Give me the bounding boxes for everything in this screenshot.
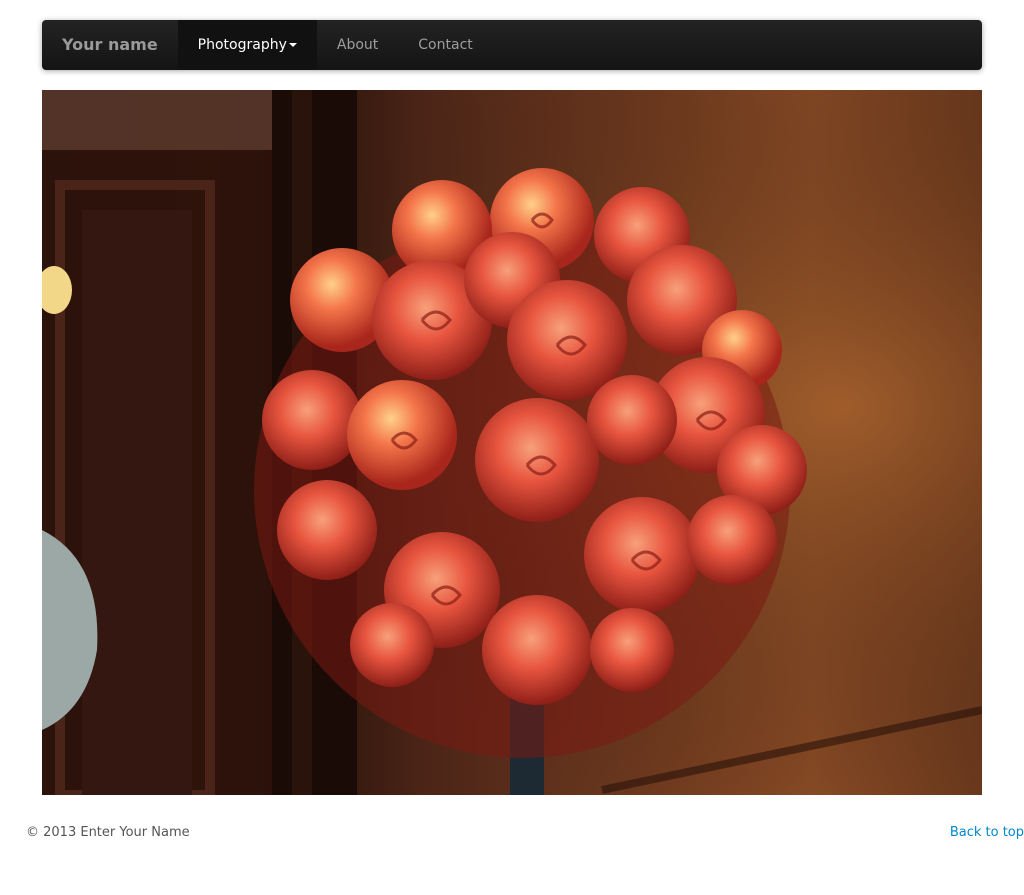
- nav-item-about-label: About: [336, 37, 379, 53]
- nav-item-photography[interactable]: Photography: [177, 20, 317, 70]
- rose-bouquet-illustration: [42, 90, 982, 795]
- nav-item-about[interactable]: About: [317, 20, 398, 70]
- nav-item-contact[interactable]: Contact: [398, 20, 492, 70]
- back-to-top-link[interactable]: Back to top: [950, 825, 1024, 840]
- nav-item-photography-label: Photography: [197, 37, 287, 53]
- footer-copyright: © 2013 Enter Your Name: [26, 825, 190, 840]
- brand-link[interactable]: Your name: [42, 20, 178, 70]
- rose-bouquet-photo: [42, 90, 982, 795]
- nav-item-contact-label: Contact: [418, 37, 473, 53]
- caret-down-icon: [288, 43, 297, 47]
- navbar: Your name Photography About Contact: [42, 20, 982, 70]
- nav-menu: Photography About Contact: [177, 20, 493, 70]
